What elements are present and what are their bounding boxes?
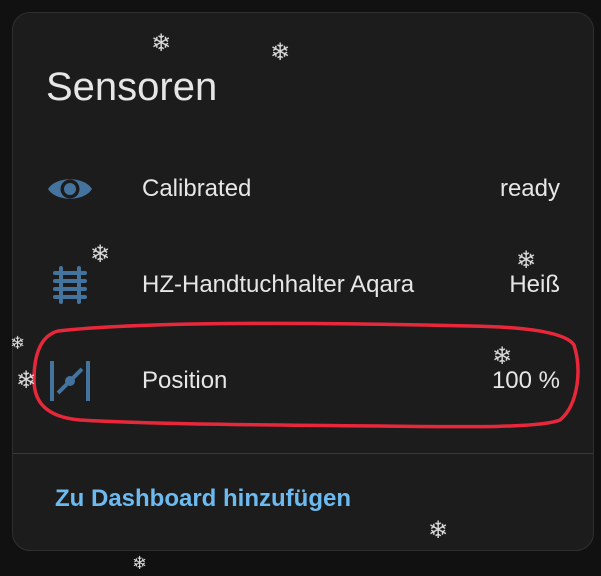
snowflake-icon: ❄ <box>151 29 172 57</box>
add-to-dashboard-button[interactable]: Zu Dashboard hinzufügen <box>55 485 351 513</box>
entity-state: 100 % <box>491 367 560 394</box>
card-divider <box>13 453 593 454</box>
entity-state: Heiß <box>509 271 560 298</box>
snowflake-icon: ❄ <box>132 553 148 574</box>
snowflake-icon: ❄ <box>90 240 111 268</box>
sensor-card: Sensoren Calibrated ready HZ-Handtuchhal… <box>12 12 594 551</box>
card-title: Sensoren <box>46 65 218 109</box>
snowflake-icon: ❄ <box>270 38 291 66</box>
entity-name: Position <box>142 367 228 394</box>
eye-icon <box>46 165 94 213</box>
entity-state: ready <box>499 175 560 202</box>
radiator-icon <box>46 261 94 309</box>
entity-name: Calibrated <box>142 175 252 202</box>
entity-name: HZ-Handtuchhalter Aqara <box>142 271 415 298</box>
snowflake-icon: ❄ <box>428 516 449 544</box>
valve-position-icon <box>46 357 94 405</box>
snowflake-icon: ❄ <box>16 366 37 394</box>
snowflake-icon: ❄ <box>516 246 537 274</box>
snowflake-icon: ❄ <box>10 333 26 354</box>
entity-row-calibrated[interactable]: Calibrated ready <box>13 157 593 221</box>
snowflake-icon: ❄ <box>492 342 513 370</box>
